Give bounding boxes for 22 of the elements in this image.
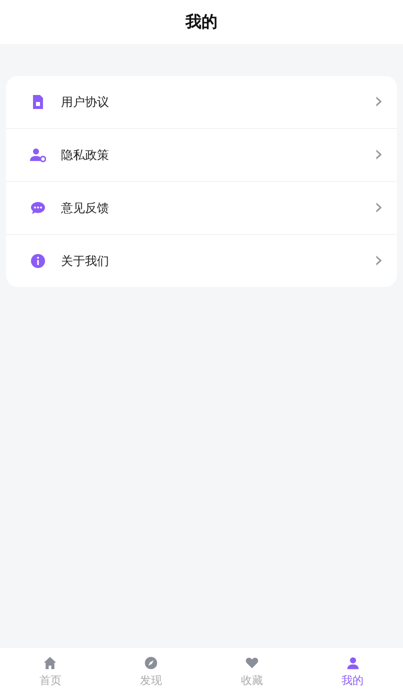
user-shield-icon (30, 147, 46, 163)
person-icon (346, 656, 360, 670)
menu-label: 用户协议 (61, 94, 110, 110)
chevron-icon: › (374, 197, 383, 219)
chevron-icon: › (374, 91, 383, 113)
compass-icon (144, 656, 158, 670)
menu-label: 隐私政策 (61, 146, 110, 164)
heart-icon (244, 656, 259, 670)
menu-item[interactable]: 用户协议 › (6, 76, 397, 129)
document-icon (30, 94, 46, 110)
menu-item[interactable]: 隐私政策 › (6, 129, 397, 182)
chevron-icon: › (374, 250, 383, 272)
menu-label: 意见反馈 (61, 200, 110, 216)
menu-item[interactable]: 意见反馈 › (6, 182, 397, 235)
info-icon (30, 253, 46, 269)
page-title: 我的 (186, 12, 218, 32)
tab[interactable]: 我的 (302, 648, 403, 695)
home-icon (43, 656, 58, 670)
menu-label: 关于我们 (61, 252, 110, 270)
menu-item[interactable]: 关于我们 › (6, 235, 397, 287)
chevron-icon: › (374, 144, 383, 166)
chat-icon (30, 200, 46, 216)
